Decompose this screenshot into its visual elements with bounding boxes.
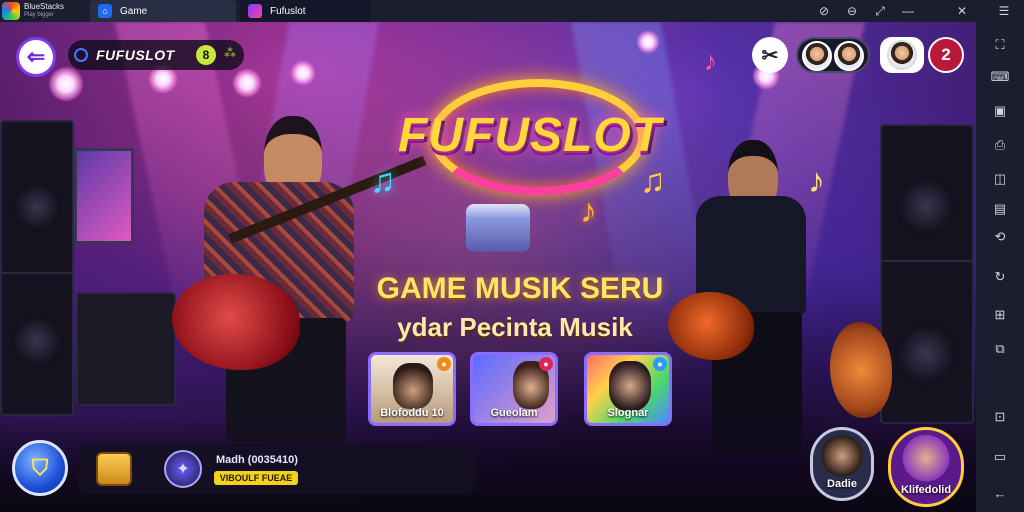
profile-avatar[interactable] [880,37,924,73]
back-button[interactable]: ⇐ [16,37,56,77]
pin-icon[interactable]: ⊡ [991,408,1009,426]
character-card[interactable]: ● Slognar [584,352,672,426]
card-label: Slognar [607,407,649,419]
subline: ydar Pecinta Musik [397,312,633,342]
brand-text: BlueStacks Play bigger [24,3,64,19]
gamepad-icon[interactable]: ▣ [991,102,1009,120]
keyboard-icon[interactable]: ⌨ [991,68,1010,86]
brand-subtitle: Play bigger [24,12,55,18]
rotate-icon[interactable]: ⟲ [991,228,1009,246]
notification-badge[interactable]: 2 [928,37,964,73]
treasure-chest-icon[interactable] [96,452,132,486]
screenshot-icon[interactable]: ⎙ [991,136,1009,154]
player-level-text: Madh (0035410) [216,454,298,466]
speaker-left-bottom [0,272,74,416]
sync-icon[interactable]: ↻ [991,268,1009,286]
avatar-klifedolid[interactable]: Klifedolid [888,427,964,507]
player-status-bar: ✦ Madh (0035410) VIBOULF FUEAE [78,444,476,494]
character-cards: ● Blofoddu 10 ● Gueolam ● Slognar [368,352,684,428]
card-badge-icon: ● [539,357,553,371]
fullscreen-icon[interactable]: ⛶ [991,36,1009,54]
stage-light [232,68,262,98]
media-icon[interactable]: ▤ [991,200,1009,218]
speaker-left-top [0,120,74,274]
menu-icon[interactable]: ☰ [990,0,1018,22]
game-tab-icon [248,4,262,18]
music-note: ♪ [704,46,717,76]
card-badge-icon: ● [437,357,451,371]
signal-icon: ⁂ [224,46,236,60]
game-viewport[interactable]: ♫ ♪ ♫ ♪ ♪ ⇐ FUFUSLOT 8 ⁂ ✂ 2 FUFUSLOT GA… [0,22,976,512]
friend-avatar [802,41,832,71]
tab-game-label: Fufuslot [270,5,306,17]
tab-home[interactable]: ⌂ Game [90,0,236,22]
home-icon: ⌂ [98,4,112,18]
character-card[interactable]: ● Gueolam [470,352,558,426]
multi-instance-icon[interactable]: ▭ [991,448,1009,466]
tools-icon: ✂ [761,44,779,67]
friend-avatar [834,41,864,71]
stage-screen [74,148,134,244]
shield-button[interactable]: ⛉ [12,440,68,496]
tab-home-label: Game [120,5,148,17]
player-level-badge: VIBOULF FUEAE [214,471,298,485]
stage-light [290,60,316,86]
macro-icon[interactable]: ⧉ [991,340,1009,358]
rank-crystal-icon[interactable]: ✦ [164,450,202,488]
card-badge-icon: ● [653,357,667,371]
speaker-right-bottom [880,260,974,424]
expand-icon[interactable]: ⤢ [866,0,894,22]
logo-text: FUFUSLOT [398,109,662,162]
card-label: Gueolam [490,407,538,419]
back-arrow-icon: ⇐ [26,44,46,69]
game-title: FUFUSLOT [96,47,175,63]
tab-game[interactable]: Fufuslot [240,0,370,22]
amplifier [76,292,176,406]
stage-light [48,66,84,102]
game-title-pill[interactable]: FUFUSLOT 8 ⁂ [68,40,244,70]
headline: GAME MUSIK SERU [376,272,664,305]
status-ring-icon [74,48,88,62]
folder-icon[interactable]: ⊞ [991,306,1009,324]
music-note: ♪ [580,192,597,230]
emulator-sidebar: ⛶ ⌨ ▣ ⎙ ◫ ▤ ⟲ ↻ ⊞ ⧉ ⊡ ▭ ← [976,22,1024,512]
avatar-dadie[interactable]: Dadie [810,427,874,501]
help-icon[interactable]: ⊘ [810,0,838,22]
title-bar: BlueStacks Play bigger ⌂ Game Fufuslot ⊘… [0,0,1024,22]
settings-icon[interactable]: ⊖ [838,0,866,22]
app-brand[interactable]: BlueStacks Play bigger [0,0,86,22]
tools-button[interactable]: ✂ [752,37,788,73]
avatar-label: Klifedolid [900,484,952,496]
bluestacks-logo-icon [2,2,20,20]
stage-light [636,30,660,54]
minimize-icon[interactable]: — [894,0,922,22]
profile-face [887,40,917,70]
avatar-label: Dadie [827,478,857,490]
record-icon[interactable]: ◫ [991,170,1009,188]
drum [466,204,530,252]
guitar-stand [830,322,892,418]
game-logo: FUFUSLOT [360,74,700,195]
shield-icon: ⛉ [31,455,49,480]
speaker-right-top [880,124,974,268]
card-label: Blofoddu 10 [380,407,444,419]
friends-group[interactable] [796,37,870,73]
close-icon[interactable]: ✕ [948,0,976,22]
back-icon[interactable]: ← [991,484,1009,502]
music-note: ♪ [808,162,825,200]
title-badge: 8 [196,45,216,65]
brand-name: BlueStacks [24,2,65,11]
character-card[interactable]: ● Blofoddu 10 [368,352,456,426]
